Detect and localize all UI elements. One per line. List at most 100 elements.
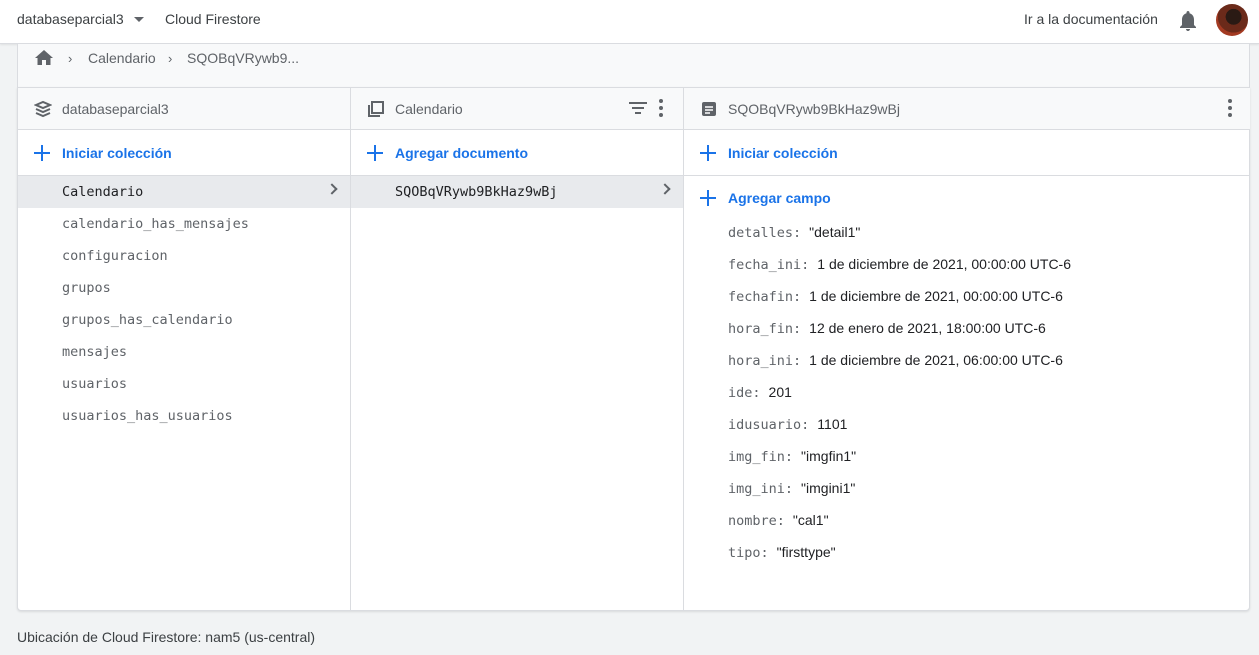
- field-key: nombre: [728, 513, 777, 529]
- plus-icon: [700, 145, 716, 161]
- field-row[interactable]: detalles: "detail1": [728, 224, 1071, 256]
- field-key: hora_fin: [728, 321, 794, 337]
- document-item-label: SQOBqVRywb9BkHaz9wBj: [395, 184, 558, 200]
- collection-item-label: grupos_has_calendario: [62, 312, 233, 328]
- field-separator: :: [801, 257, 810, 273]
- breadcrumb-item-document[interactable]: SQOBqVRywb9...: [187, 50, 299, 66]
- plus-icon: [34, 145, 50, 161]
- collection-item[interactable]: usuarios: [18, 368, 350, 400]
- project-selector[interactable]: databaseparcial3: [17, 11, 144, 27]
- field-row[interactable]: img_ini: "imgini1": [728, 480, 1071, 512]
- more-vert-icon[interactable]: [659, 99, 663, 117]
- more-vert-icon[interactable]: [1228, 99, 1232, 117]
- plus-icon: [367, 145, 383, 161]
- collection-item-label: grupos: [62, 280, 111, 296]
- field-row[interactable]: hora_fin:12 de enero de 2021, 18:00:00 U…: [728, 320, 1071, 352]
- collection-item-label: configuracion: [62, 248, 168, 264]
- field-row[interactable]: tipo: "firsttype": [728, 544, 1071, 576]
- start-collection-button[interactable]: Iniciar colección: [18, 131, 350, 175]
- field-value: 201: [768, 384, 792, 400]
- field-separator: :: [801, 417, 810, 433]
- field-row[interactable]: hora_ini:1 de diciembre de 2021, 06:00:0…: [728, 352, 1071, 384]
- field-separator: :: [776, 513, 785, 529]
- plus-icon: [700, 190, 716, 206]
- collection-list: Calendario calendario_has_mensajes confi…: [18, 176, 350, 432]
- field-value: 1101: [817, 416, 848, 432]
- field-value: 1 de diciembre de 2021, 00:00:00 UTC-6: [809, 288, 1063, 304]
- field-key: hora_ini: [728, 353, 794, 369]
- chevron-right-icon: [326, 183, 338, 195]
- field-row[interactable]: idusuario:1101: [728, 416, 1071, 448]
- field-key: tipo: [728, 545, 761, 561]
- collection-item[interactable]: grupos: [18, 272, 350, 304]
- filter-icon[interactable]: [629, 101, 647, 115]
- bell-icon[interactable]: [1178, 10, 1198, 32]
- location-footer: Ubicación de Cloud Firestore: nam5 (us-c…: [17, 629, 316, 645]
- start-subcollection-label: Iniciar colección: [728, 145, 838, 161]
- collection-item[interactable]: usuarios_has_usuarios: [18, 400, 350, 432]
- document-title: SQOBqVRywb9BkHaz9wBj: [728, 101, 900, 117]
- collection-title: Calendario: [395, 101, 463, 117]
- start-subcollection-button[interactable]: Iniciar colección: [684, 131, 1250, 175]
- field-value: 1 de diciembre de 2021, 06:00:00 UTC-6: [809, 352, 1063, 368]
- add-document-button[interactable]: Agregar documento: [351, 131, 683, 175]
- avatar[interactable]: [1216, 4, 1248, 36]
- add-field-label: Agregar campo: [728, 190, 831, 206]
- collection-item[interactable]: configuracion: [18, 240, 350, 272]
- field-separator: :: [793, 353, 802, 369]
- field-value: "detail1": [809, 224, 861, 240]
- field-separator: :: [784, 481, 794, 497]
- field-separator: :: [752, 385, 761, 401]
- field-key: fecha_ini: [728, 257, 802, 273]
- field-row[interactable]: img_fin: "imgfin1": [728, 448, 1071, 480]
- field-separator: :: [760, 545, 769, 561]
- root-column-header: databaseparcial3: [18, 88, 350, 130]
- chevron-right-icon: [659, 183, 671, 195]
- add-document-label: Agregar documento: [395, 145, 529, 161]
- document-tools: [1228, 99, 1232, 117]
- collection-tools: [629, 99, 663, 117]
- document-item[interactable]: SQOBqVRywb9BkHaz9wBj: [351, 176, 683, 208]
- product-name: Cloud Firestore: [165, 11, 261, 27]
- breadcrumb-item-collection[interactable]: Calendario: [88, 50, 156, 66]
- chevron-down-icon: [133, 16, 144, 22]
- document-column-header: SQOBqVRywb9BkHaz9wBj: [684, 88, 1250, 130]
- field-key: img_ini: [728, 481, 785, 497]
- data-panel: databaseparcial3 Iniciar colección Calen…: [17, 87, 1250, 611]
- field-value: "imgini1": [801, 480, 856, 496]
- collection-item-label: usuarios_has_usuarios: [62, 408, 233, 424]
- field-row[interactable]: fecha_ini:1 de diciembre de 2021, 00:00:…: [728, 256, 1071, 288]
- database-icon: [34, 100, 52, 118]
- field-separator: :: [784, 449, 794, 465]
- breadcrumb: › Calendario › SQOBqVRywb9...: [17, 44, 1250, 87]
- top-bar: databaseparcial3 Cloud Firestore Ir a la…: [0, 0, 1259, 44]
- field-row[interactable]: ide:201: [728, 384, 1071, 416]
- field-separator: :: [793, 321, 802, 337]
- start-collection-label: Iniciar colección: [62, 145, 172, 161]
- field-list: detalles: "detail1" fecha_ini:1 de diciem…: [728, 224, 1071, 576]
- root-title: databaseparcial3: [62, 101, 169, 117]
- field-value: "cal1": [792, 512, 829, 528]
- document-list: SQOBqVRywb9BkHaz9wBj: [351, 176, 683, 208]
- chevron-right-icon: ›: [168, 51, 173, 66]
- collection-item-label: mensajes: [62, 344, 128, 360]
- docs-link[interactable]: Ir a la documentación: [1024, 11, 1158, 27]
- field-key: ide: [728, 385, 753, 401]
- home-icon[interactable]: [34, 48, 54, 68]
- add-field-button[interactable]: Agregar campo: [684, 176, 1250, 220]
- collection-item[interactable]: calendario_has_mensajes: [18, 208, 350, 240]
- collection-item[interactable]: mensajes: [18, 336, 350, 368]
- field-row[interactable]: nombre: "cal1": [728, 512, 1071, 544]
- collection-item-calendario[interactable]: Calendario: [18, 176, 350, 208]
- document-column: SQOBqVRywb9BkHaz9wBj Iniciar colección A…: [684, 88, 1250, 610]
- chevron-right-icon: ›: [68, 51, 73, 66]
- field-separator: :: [793, 289, 802, 305]
- field-key: idusuario: [728, 417, 802, 433]
- field-separator: :: [793, 225, 802, 241]
- root-column: databaseparcial3 Iniciar colección Calen…: [18, 88, 351, 610]
- field-row[interactable]: fechafin:1 de diciembre de 2021, 00:00:0…: [728, 288, 1071, 320]
- collection-item[interactable]: grupos_has_calendario: [18, 304, 350, 336]
- collection-column: Calendario Agregar documento SQOBqVRywb9…: [351, 88, 684, 610]
- document-icon: [702, 102, 716, 116]
- field-key: img_fin: [728, 449, 785, 465]
